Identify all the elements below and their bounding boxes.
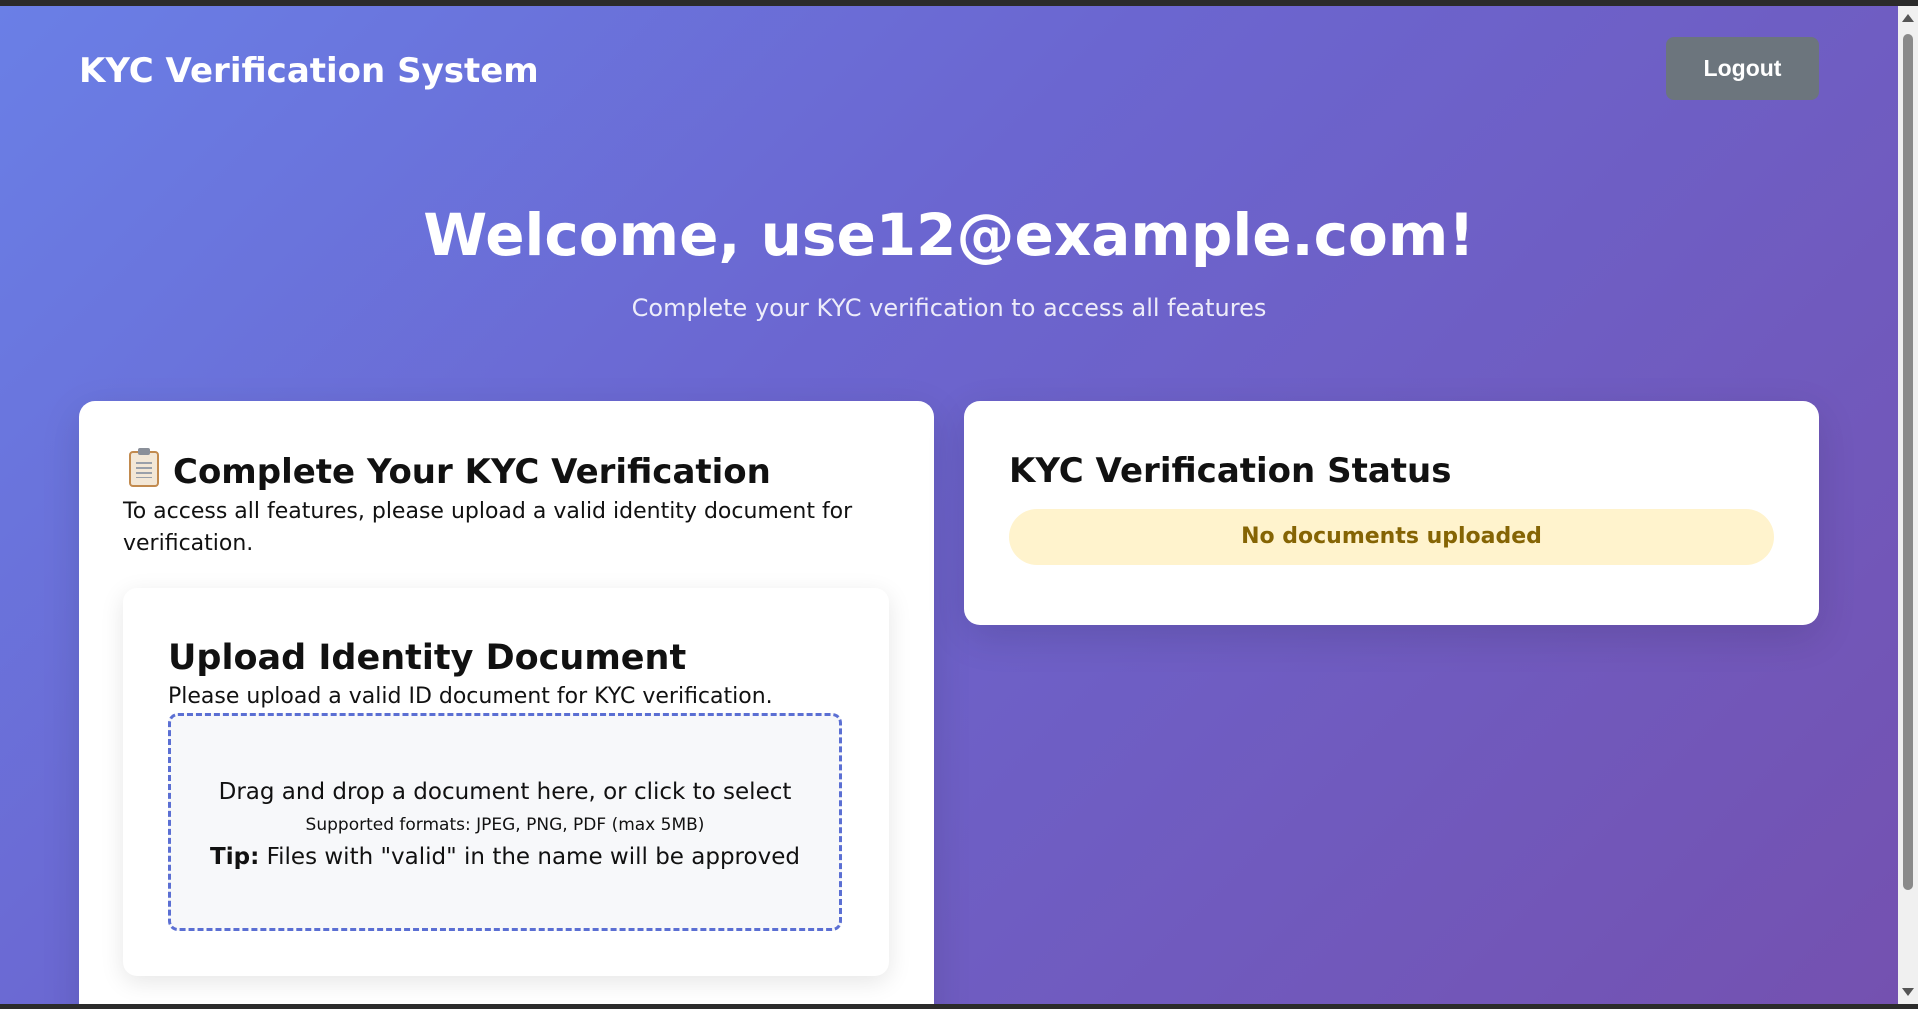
upload-description: Please upload a valid ID document for KY… bbox=[168, 684, 773, 709]
status-card-title: KYC Verification Status bbox=[1009, 451, 1452, 491]
tip-text: Files with "valid" in the name will be a… bbox=[259, 844, 800, 870]
scrollbar-thumb[interactable] bbox=[1903, 34, 1913, 890]
upload-tip: Tip: Files with "valid" in the name will… bbox=[171, 844, 839, 870]
scroll-down-arrow-icon[interactable] bbox=[1902, 988, 1914, 996]
status-badge: No documents uploaded bbox=[1009, 509, 1774, 565]
welcome-subtitle: Complete your KYC verification to access… bbox=[631, 294, 1267, 322]
kyc-verification-card: Complete Your KYC Verification To access… bbox=[79, 401, 934, 1004]
kyc-card-title: Complete Your KYC Verification bbox=[173, 452, 771, 492]
app-title: KYC Verification System bbox=[79, 51, 539, 91]
supported-formats: Supported formats: JPEG, PNG, PDF (max 5… bbox=[305, 815, 705, 835]
page-scrollbar[interactable] bbox=[1898, 6, 1918, 1004]
logout-button[interactable]: Logout bbox=[1666, 37, 1819, 100]
kyc-card-description: To access all features, please upload a … bbox=[123, 499, 853, 556]
tip-label: Tip: bbox=[210, 844, 260, 870]
welcome-title: Welcome, use12@example.com! bbox=[423, 201, 1475, 269]
app-viewport: KYC Verification System Logout Welcome, … bbox=[0, 6, 1898, 1004]
upload-title: Upload Identity Document bbox=[168, 638, 687, 678]
dropzone-instruction: Drag and drop a document here, or click … bbox=[218, 779, 792, 805]
clipboard-icon bbox=[129, 448, 159, 487]
kyc-card-heading: Complete Your KYC Verification bbox=[129, 448, 771, 492]
upload-document-card: Upload Identity Document Please upload a… bbox=[123, 588, 889, 976]
document-dropzone[interactable]: Drag and drop a document here, or click … bbox=[168, 713, 842, 931]
scroll-up-arrow-icon[interactable] bbox=[1902, 14, 1914, 22]
kyc-status-card: KYC Verification Status No documents upl… bbox=[964, 401, 1819, 625]
